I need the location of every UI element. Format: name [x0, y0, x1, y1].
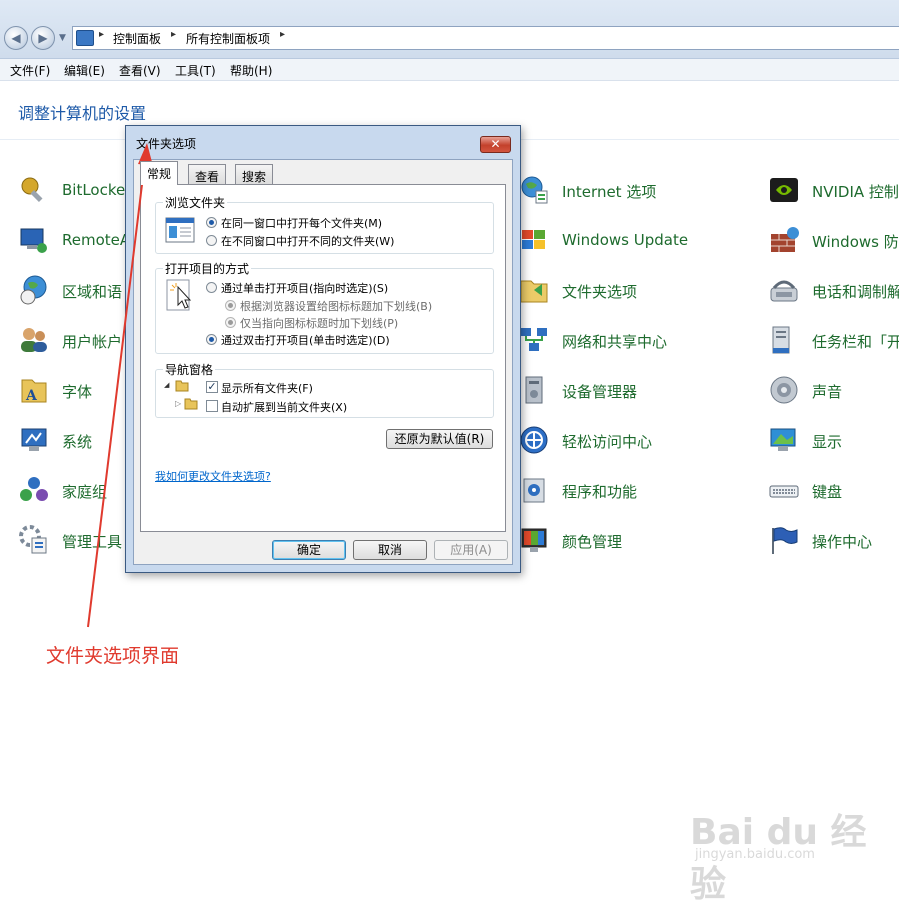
tab-general[interactable]: 常规 [140, 161, 179, 185]
annotation-label: 文件夹选项界面 [46, 645, 180, 667]
watermark: Bai du 经验 jingyan.baidu.com [690, 797, 890, 905]
annotation-arrow [87, 143, 153, 628]
watermark-url: jingyan.baidu.com [695, 847, 815, 862]
